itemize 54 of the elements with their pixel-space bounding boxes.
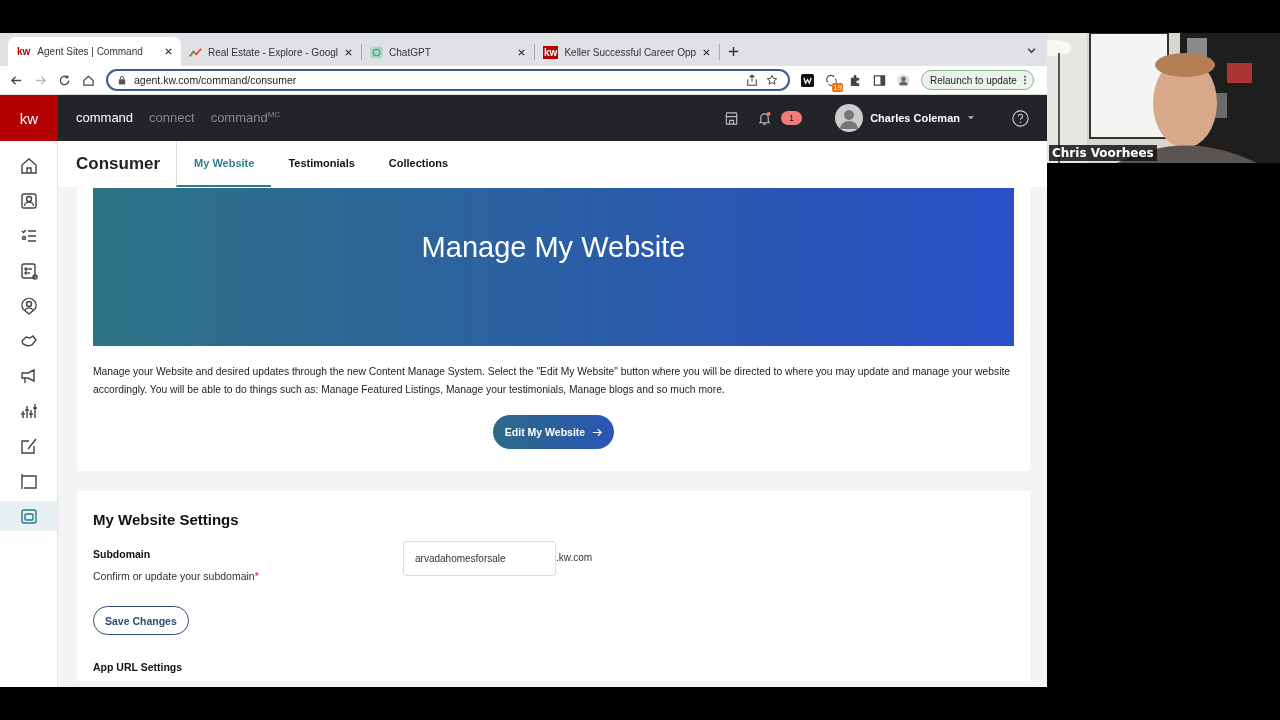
participant-name: Chris Voorhees — [1049, 145, 1157, 161]
edit-website-button[interactable]: Edit My Website — [492, 415, 615, 449]
page-title: Consumer — [76, 154, 161, 174]
domain-suffix: .kw.com — [556, 552, 593, 563]
address-field[interactable]: agent.kw.com/command/consumer — [106, 69, 790, 91]
reload-icon[interactable] — [58, 73, 71, 87]
trend-icon — [189, 45, 202, 59]
favicon-icon: kw — [16, 45, 32, 58]
close-icon[interactable] — [702, 47, 712, 57]
field-label: Subdomain — [93, 548, 152, 560]
badge: 19 — [832, 82, 843, 92]
required-mark: * — [254, 570, 259, 582]
more-icon — [1022, 75, 1027, 85]
section-title: My Website Settings — [93, 511, 240, 528]
relaunch-button[interactable]: Relaunch to update — [921, 70, 1034, 90]
home-icon[interactable] — [82, 73, 95, 87]
new-tab-icon[interactable] — [728, 46, 740, 57]
bell-icon[interactable] — [757, 110, 773, 126]
close-icon[interactable] — [164, 47, 173, 56]
save-button[interactable]: Save Changes — [93, 606, 189, 635]
help-icon[interactable] — [1012, 109, 1029, 127]
subdomain-field[interactable]: arvadahomesforsale — [403, 541, 556, 576]
close-icon[interactable] — [344, 47, 354, 57]
field-hint: Confirm or update your subdomain — [93, 570, 255, 582]
browser-tab[interactable]: ChatGPT — [362, 44, 536, 60]
logo[interactable]: kw — [0, 95, 58, 141]
browser-tab[interactable]: kw Keller Successful Career Opp — [535, 44, 721, 60]
store-icon[interactable] — [724, 110, 740, 126]
sync-icon[interactable] — [825, 73, 838, 87]
lock-icon — [118, 75, 126, 85]
notification-badge: 1 — [781, 111, 803, 125]
side-panel-icon[interactable] — [873, 73, 886, 87]
intro-text: Manage your Website and desired updates through the new Content Manage System. Select the "Edit My Website" button where you will be directed to where you may update and manage your website accordingly. You will be able to do things such as: Manage Featured Listings, Manage your testimonials, Manage blogs and so much more. — [93, 365, 1012, 397]
nav-link[interactable]: command — [76, 110, 134, 126]
star-icon[interactable] — [766, 74, 778, 86]
puzzle-icon[interactable] — [849, 73, 862, 87]
profile-avatar-icon[interactable] — [897, 73, 910, 87]
nav-link[interactable]: command$^{MC}$ — [210, 110, 281, 126]
arrow-right-icon — [592, 427, 603, 437]
share-icon[interactable] — [746, 74, 758, 86]
browser-tab[interactable]: Real Estate - Explore - Googl — [181, 44, 363, 60]
extension-icon[interactable] — [801, 73, 814, 87]
nav-link[interactable]: connect — [149, 110, 195, 126]
user-avatar[interactable] — [835, 104, 864, 132]
page-tab[interactable]: Testimonials — [271, 141, 372, 187]
chat-logo-icon — [370, 45, 384, 59]
caret-icon[interactable] — [968, 116, 974, 120]
banner-title: Manage My Website — [421, 230, 686, 264]
section-title: App URL Settings — [93, 661, 184, 673]
user-name[interactable]: Charles Coleman — [870, 112, 960, 124]
browser-tab[interactable]: kw Agent Sites | Command — [8, 37, 181, 66]
page-tab[interactable]: Collections — [371, 141, 466, 187]
close-icon[interactable] — [517, 47, 527, 57]
favicon-icon: kw — [543, 45, 559, 59]
